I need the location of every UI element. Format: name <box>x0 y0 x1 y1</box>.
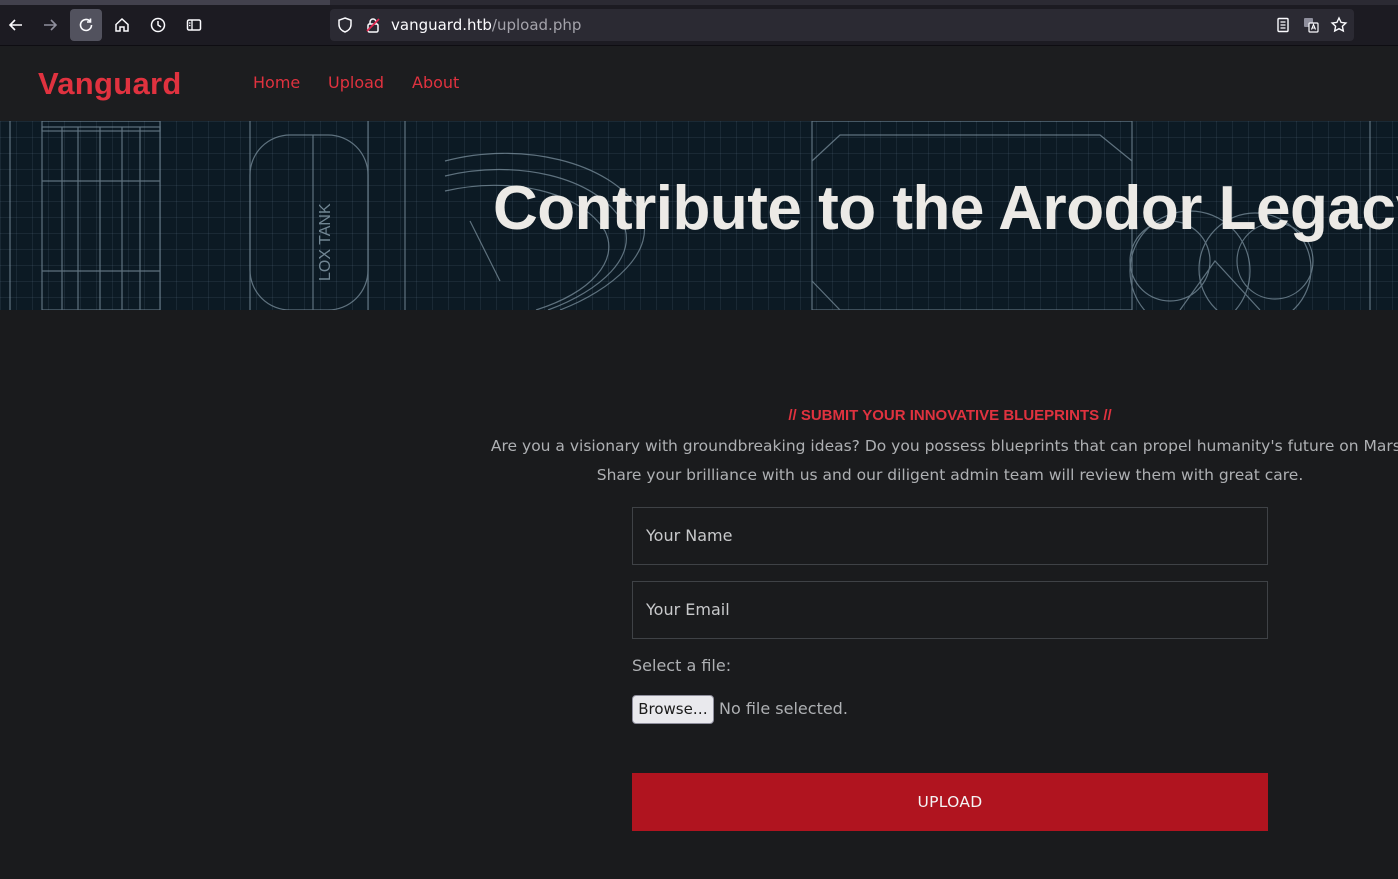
address-bar[interactable]: vanguard.htb/upload.php <box>330 9 1354 41</box>
tab-strip <box>0 0 1398 5</box>
name-placeholder: Your Name <box>646 526 733 545</box>
file-label: Select a file: <box>632 656 732 675</box>
url-text[interactable]: vanguard.htb/upload.php <box>391 16 581 34</box>
blueprint-label: LOX TANK <box>317 203 334 281</box>
reader-mode-icon[interactable] <box>1274 16 1292 34</box>
browser-toolbar: vanguard.htb/upload.php <box>0 0 1398 46</box>
hero-banner: LOX TANK Contribute to the Arodor Legacy <box>0 121 1398 310</box>
page-title: Contribute to the Arodor Legacy <box>493 174 1398 243</box>
nav-home-link[interactable]: Home <box>253 73 300 92</box>
lock-icon[interactable] <box>364 16 382 34</box>
history-button[interactable] <box>142 9 174 41</box>
email-input[interactable]: Your Email <box>632 581 1268 639</box>
upload-button[interactable]: UPLOAD <box>632 773 1268 831</box>
sidebar-button[interactable] <box>178 9 210 41</box>
nav-about-link[interactable]: About <box>412 73 459 92</box>
file-status: No file selected. <box>719 699 848 718</box>
reload-icon <box>79 18 93 32</box>
browse-button[interactable]: Browse… <box>632 695 714 724</box>
section-kicker: // SUBMIT YOUR INNOVATIVE BLUEPRINTS // <box>788 407 1112 424</box>
nav-upload-link[interactable]: Upload <box>328 73 384 92</box>
home-icon <box>115 17 129 32</box>
back-button[interactable] <box>0 9 32 41</box>
site-header: Vanguard Home Upload About <box>0 46 1398 121</box>
description-line-1: Are you a visionary with groundbreaking … <box>490 437 1398 455</box>
back-icon <box>8 19 22 31</box>
reload-button[interactable] <box>70 9 102 41</box>
history-icon <box>150 17 166 33</box>
description-line-2: Share your brilliance with us and our di… <box>596 466 1304 484</box>
shield-icon[interactable] <box>336 16 354 34</box>
active-tab-indicator[interactable] <box>0 0 330 5</box>
forward-icon <box>44 19 58 31</box>
home-button[interactable] <box>106 9 138 41</box>
sidebar-icon <box>186 19 202 31</box>
email-placeholder: Your Email <box>646 600 730 619</box>
brand-logo[interactable]: Vanguard <box>38 66 182 102</box>
forward-button[interactable] <box>34 9 66 41</box>
url-path: /upload.php <box>491 16 582 34</box>
url-host: vanguard.htb <box>391 16 492 34</box>
translate-icon[interactable] <box>1302 16 1320 34</box>
name-input[interactable]: Your Name <box>632 507 1268 565</box>
bookmark-star-icon[interactable] <box>1330 16 1348 34</box>
